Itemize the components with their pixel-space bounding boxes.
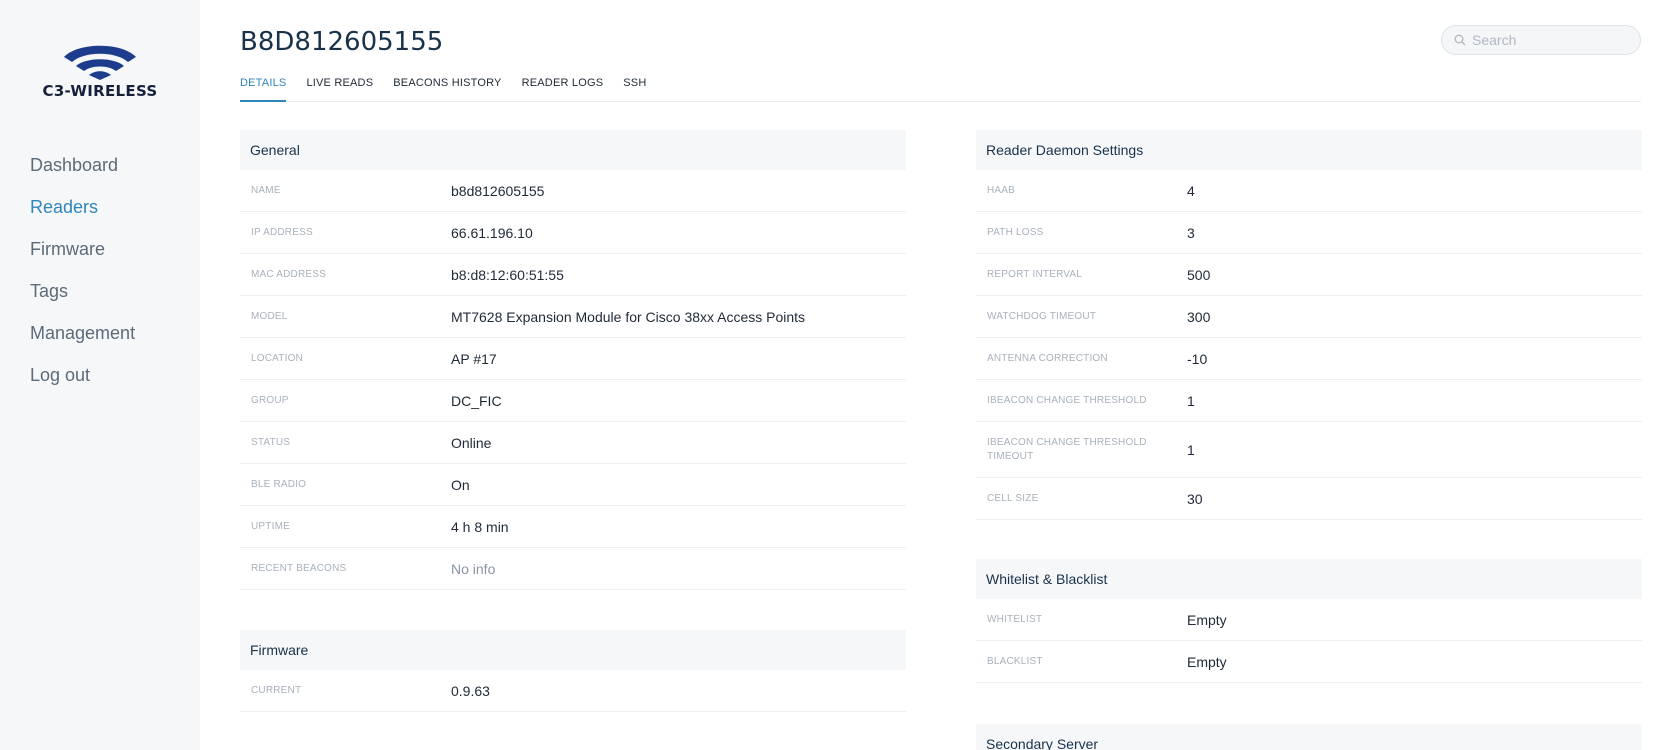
row-value: DC_FIC bbox=[451, 392, 502, 409]
lists-panel-title: Whitelist & Blacklist bbox=[976, 559, 1642, 599]
setting-row-path-loss: PATH LOSS 3 bbox=[976, 212, 1642, 254]
row-label: GROUP bbox=[251, 394, 289, 406]
nav-item-logout[interactable]: Log out bbox=[30, 362, 135, 404]
detail-row-model: MODEL MT7628 Expansion Module for Cisco 3… bbox=[240, 296, 906, 338]
daemon-panel-title: Reader Daemon Settings bbox=[976, 130, 1642, 170]
general-panel-title: General bbox=[240, 130, 906, 170]
row-value: 30 bbox=[1187, 490, 1203, 507]
tab-ssh[interactable]: SSH bbox=[623, 72, 646, 102]
setting-row-ibeacon-threshold-timeout: IBEACON CHANGE THRESHOLD TIMEOUT 1 bbox=[976, 422, 1642, 478]
row-label: HAAB bbox=[987, 184, 1016, 196]
row-label: BLE RADIO bbox=[251, 478, 307, 490]
detail-row-location: LOCATION AP #17 bbox=[240, 338, 906, 380]
row-label: WATCHDOG TIMEOUT bbox=[987, 310, 1097, 322]
setting-row-cell-size: CELL SIZE 30 bbox=[976, 478, 1642, 520]
general-panel: General NAME b8d812605155 IP ADDRESS 66.61… bbox=[240, 130, 906, 590]
row-label: IBEACON CHANGE THRESHOLD bbox=[987, 394, 1147, 406]
row-label: MODEL bbox=[251, 310, 288, 322]
row-label: RECENT BEACONS bbox=[251, 562, 347, 574]
setting-row-antenna-correction: ANTENNA CORRECTION -10 bbox=[976, 338, 1642, 380]
row-value: Empty bbox=[1187, 653, 1227, 670]
sidebar-nav: Dashboard Readers Firmware Tags Manageme… bbox=[30, 152, 135, 404]
detail-row-ble-radio: BLE RADIO On bbox=[240, 464, 906, 506]
search-icon bbox=[1454, 34, 1466, 46]
row-value: 1 bbox=[1187, 441, 1195, 458]
nav-item-management[interactable]: Management bbox=[30, 320, 135, 362]
firmware-panel: Firmware CURRENT 0.9.63 bbox=[240, 630, 906, 712]
row-label: IP ADDRESS bbox=[251, 226, 313, 238]
detail-row-name: NAME b8d812605155 bbox=[240, 170, 906, 212]
tab-details[interactable]: DETAILS bbox=[240, 72, 287, 102]
row-value: b8d812605155 bbox=[451, 182, 545, 199]
daemon-settings-panel: Reader Daemon Settings HAAB 4 PATH LOSS 3 … bbox=[976, 130, 1642, 520]
row-value: 0.9.63 bbox=[451, 682, 490, 699]
search-input[interactable] bbox=[1472, 32, 1622, 48]
row-value: AP #17 bbox=[451, 350, 497, 367]
row-value: 1 bbox=[1187, 392, 1195, 409]
row-label: CELL SIZE bbox=[987, 492, 1039, 504]
row-label: UPTIME bbox=[251, 520, 290, 532]
logo-text: C3-WIRELESS bbox=[42, 82, 158, 100]
list-row-whitelist: WHITELIST Empty bbox=[976, 599, 1642, 641]
detail-row-ip-address: IP ADDRESS 66.61.196.10 bbox=[240, 212, 906, 254]
secondary-server-panel: Secondary Server bbox=[976, 724, 1642, 750]
detail-row-recent-beacons: RECENT BEACONS No info bbox=[240, 548, 906, 590]
whitelist-blacklist-panel: Whitelist & Blacklist WHITELIST Empty BLA… bbox=[976, 559, 1642, 683]
row-value: Empty bbox=[1187, 611, 1227, 628]
setting-row-report-interval: REPORT INTERVAL 500 bbox=[976, 254, 1642, 296]
row-value: No info bbox=[451, 560, 496, 577]
row-value: On bbox=[451, 476, 470, 493]
detail-row-status: STATUS Online bbox=[240, 422, 906, 464]
search-box[interactable] bbox=[1441, 25, 1641, 55]
row-value: 4 h 8 min bbox=[451, 518, 509, 535]
row-label: PATH LOSS bbox=[987, 226, 1044, 238]
row-label: CURRENT bbox=[251, 684, 302, 696]
sidebar: C3-WIRELESS Dashboard Readers Firmware T… bbox=[0, 0, 200, 750]
row-label: LOCATION bbox=[251, 352, 303, 364]
row-value: Online bbox=[451, 434, 492, 451]
detail-row-current-firmware: CURRENT 0.9.63 bbox=[240, 670, 906, 712]
tab-bar: DETAILS LIVE READS BEACONS HISTORY READE… bbox=[240, 72, 1641, 102]
list-row-blacklist: BLACKLIST Empty bbox=[976, 641, 1642, 683]
nav-item-tags[interactable]: Tags bbox=[30, 278, 135, 320]
tab-beacons-history[interactable]: BEACONS HISTORY bbox=[393, 72, 501, 102]
nav-item-dashboard[interactable]: Dashboard bbox=[30, 152, 135, 194]
tab-reader-logs[interactable]: READER LOGS bbox=[522, 72, 604, 102]
row-value: b8:d8:12:60:51:55 bbox=[451, 266, 564, 283]
row-label: STATUS bbox=[251, 436, 291, 448]
detail-row-mac-address: MAC ADDRESS b8:d8:12:60:51:55 bbox=[240, 254, 906, 296]
setting-row-ibeacon-threshold: IBEACON CHANGE THRESHOLD 1 bbox=[976, 380, 1642, 422]
row-label: NAME bbox=[251, 184, 281, 196]
nav-item-readers[interactable]: Readers bbox=[30, 194, 135, 236]
row-label: ANTENNA CORRECTION bbox=[987, 352, 1108, 364]
setting-row-haab: HAAB 4 bbox=[976, 170, 1642, 212]
detail-row-uptime: UPTIME 4 h 8 min bbox=[240, 506, 906, 548]
row-value: 3 bbox=[1187, 224, 1195, 241]
logo[interactable]: C3-WIRELESS bbox=[30, 40, 170, 102]
row-label: IBEACON CHANGE THRESHOLD TIMEOUT bbox=[987, 436, 1147, 462]
secondary-panel-title: Secondary Server bbox=[976, 724, 1642, 750]
row-value: MT7628 Expansion Module for Cisco 38xx A… bbox=[451, 308, 806, 325]
row-label: REPORT INTERVAL bbox=[987, 268, 1083, 280]
row-value: -10 bbox=[1187, 350, 1208, 367]
nav-item-firmware[interactable]: Firmware bbox=[30, 236, 135, 278]
firmware-panel-title: Firmware bbox=[240, 630, 906, 670]
wifi-logo-icon bbox=[64, 45, 136, 80]
page-title: B8D812605155 bbox=[240, 27, 444, 57]
detail-row-group: GROUP DC_FIC bbox=[240, 380, 906, 422]
row-value: 300 bbox=[1187, 308, 1211, 325]
setting-row-watchdog-timeout: WATCHDOG TIMEOUT 300 bbox=[976, 296, 1642, 338]
row-value: 4 bbox=[1187, 182, 1195, 199]
row-value: 66.61.196.10 bbox=[451, 224, 533, 241]
row-label: WHITELIST bbox=[987, 613, 1043, 625]
row-value: 500 bbox=[1187, 266, 1211, 283]
row-label: MAC ADDRESS bbox=[251, 268, 326, 280]
row-label: BLACKLIST bbox=[987, 655, 1043, 667]
tab-live-reads[interactable]: LIVE READS bbox=[306, 72, 373, 102]
